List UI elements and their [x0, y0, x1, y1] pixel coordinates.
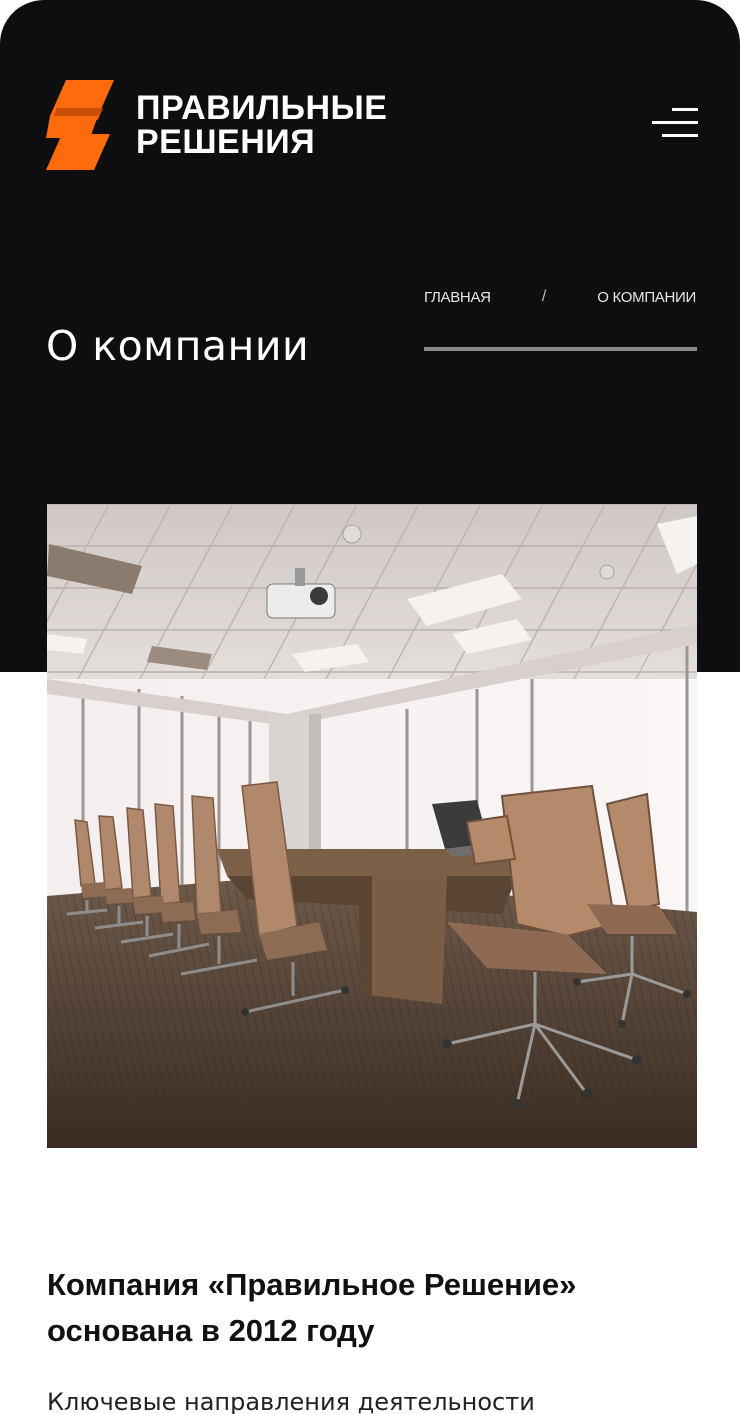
- logo-line-1: ПРАВИЛЬНЫЕ: [136, 89, 388, 127]
- page-title: О компании: [46, 322, 310, 370]
- about-subhead: Ключевые направления деятельности: [47, 1388, 535, 1414]
- breadcrumb: ГЛАВНАЯ / О КОМПАНИИ: [424, 288, 696, 306]
- title-divider: [424, 347, 697, 351]
- menu-line-middle: [652, 121, 698, 124]
- menu-line-bottom: [662, 134, 698, 137]
- breadcrumb-separator: /: [541, 288, 547, 305]
- menu-button[interactable]: [652, 106, 698, 140]
- logo-line-2: РЕШЕНИЯ: [136, 123, 316, 161]
- logo-mark-icon: [46, 80, 114, 170]
- breadcrumb-home-link[interactable]: ГЛАВНАЯ: [424, 289, 491, 306]
- menu-line-top: [672, 108, 698, 111]
- conference-room-photo: [47, 504, 697, 1148]
- page-frame: ПРАВИЛЬНЫЕ РЕШЕНИЯ ГЛАВНАЯ / О КОМПАНИИ …: [0, 0, 740, 1414]
- logo-text: ПРАВИЛЬНЫЕ РЕШЕНИЯ: [136, 91, 387, 159]
- about-headline: Компания «Правильное Решение» основана в…: [47, 1267, 577, 1348]
- logo[interactable]: ПРАВИЛЬНЫЕ РЕШЕНИЯ: [46, 80, 387, 170]
- breadcrumb-current: О КОМПАНИИ: [597, 288, 696, 306]
